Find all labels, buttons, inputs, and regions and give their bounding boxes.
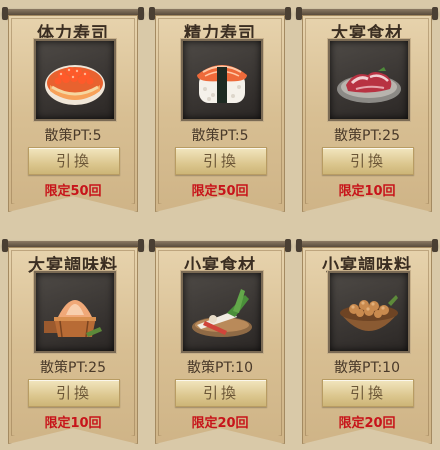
item-cost: 散策PT:10 (187, 360, 253, 376)
spice-bowl-icon (328, 271, 410, 353)
exchange-button[interactable]: 引換 (28, 147, 120, 175)
exchange-card: 小宴食材 散策PT:10 引換 限定20回 (149, 236, 291, 444)
item-cost: 散策PT:5 (191, 128, 249, 144)
exchange-card: 大宴調味料 散策PT:25 引換 限定10回 (2, 236, 144, 444)
meat-plate-icon (328, 39, 410, 121)
exchange-limit: 限定10回 (338, 184, 396, 199)
item-cost: 散策PT:10 (334, 360, 400, 376)
item-cost: 散策PT:25 (40, 360, 106, 376)
exchange-card: 小宴調味料 散策PT:10 引換 限定20回 (296, 236, 438, 444)
exchange-limit: 限定50回 (191, 184, 249, 199)
exchange-limit: 限定20回 (191, 416, 249, 431)
exchange-button[interactable]: 引換 (28, 379, 120, 407)
exchange-button[interactable]: 引換 (175, 147, 267, 175)
exchange-limit: 限定50回 (44, 184, 102, 199)
salmon-nigiri-sushi-icon (181, 39, 263, 121)
exchange-limit: 限定10回 (44, 416, 102, 431)
radish-vegetables-icon (181, 271, 263, 353)
exchange-button[interactable]: 引換 (322, 147, 414, 175)
item-cost: 散策PT:25 (334, 128, 400, 144)
exchange-shop-grid: 体力寿司 散策PT:5 引換 限定50回 精力寿司 散策PT:5 引換 限定50… (0, 0, 440, 450)
salmon-roe-sushi-icon (34, 39, 116, 121)
exchange-card: 精力寿司 散策PT:5 引換 限定50回 (149, 4, 291, 212)
salt-tub-icon (34, 271, 116, 353)
exchange-button[interactable]: 引換 (175, 379, 267, 407)
item-cost: 散策PT:5 (44, 128, 102, 144)
exchange-button[interactable]: 引換 (322, 379, 414, 407)
exchange-card: 大宴食材 散策PT:25 引換 限定10回 (296, 4, 438, 212)
exchange-card: 体力寿司 散策PT:5 引換 限定50回 (2, 4, 144, 212)
exchange-limit: 限定20回 (338, 416, 396, 431)
